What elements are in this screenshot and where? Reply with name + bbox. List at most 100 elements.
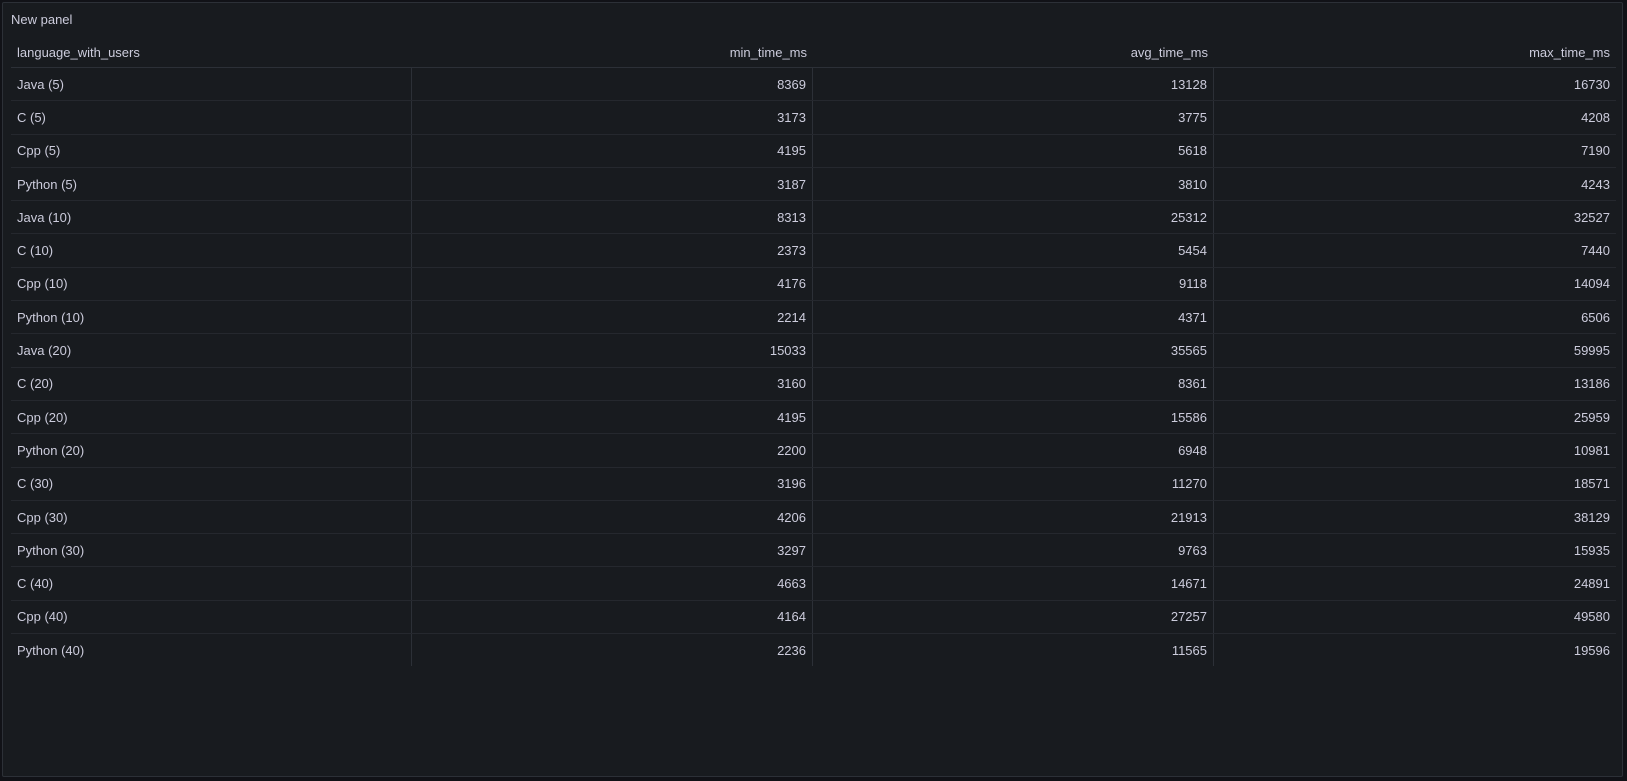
column-header-min-time-ms[interactable]: min_time_ms [412,37,813,67]
avg-time-cell: 25312 [813,201,1214,234]
max-time-cell: 25959 [1573,409,1610,425]
language-cell: Python (5) [11,167,412,201]
language-cell: C (5) [11,101,412,134]
table-row: C (5) 3173 3775 4208 [11,101,1616,135]
language-cell: Java (10) [11,201,412,234]
table-body: Java (5) 8369 13128 16730 C (5) 3173 3775 4208 C… [11,68,1616,667]
max-time-cell: 10981 [1573,442,1610,458]
max-time-cell: 19596 [1573,642,1610,658]
table-row: Cpp (40) 4164 27257 49580 [11,600,1616,635]
min-time-cell: 15033 [412,334,813,367]
avg-time-cell: 6948 [813,434,1214,467]
avg-time-cell: 4371 [813,301,1214,334]
table-row: Cpp (20) 4195 15586 25959 [11,400,1616,435]
max-time-cell: 4208 [1581,109,1610,125]
max-time-cell: 7440 [1581,243,1610,259]
panel-header[interactable]: New panel [3,3,1622,35]
table-row: C (30) 3196 11270 18571 [11,467,1616,501]
column-header-max-time-ms[interactable]: max_time_ms [1214,37,1616,67]
language-cell: Python (30) [11,534,412,567]
language-cell: Java (5) [11,68,412,101]
avg-time-cell: 3775 [813,101,1214,134]
table-row: Python (10) 2214 4371 6506 [11,301,1616,335]
language-cell: Python (10) [11,301,412,334]
min-time-cell: 2373 [412,234,813,267]
table-row: Python (30) 3297 9763 15935 [11,534,1616,568]
language-cell: Python (40) [11,634,412,667]
language-cell: Java (20) [11,334,412,367]
avg-time-cell: 13128 [813,68,1214,101]
min-time-cell: 4206 [412,500,813,534]
min-time-cell: 4176 [412,267,813,301]
min-time-cell: 8313 [412,201,813,234]
table-row: Java (20) 15033 35565 59995 [11,334,1616,368]
avg-time-cell: 9118 [813,267,1214,301]
min-time-cell: 4663 [412,567,813,600]
table-row: Python (40) 2236 11565 19596 [11,634,1616,667]
max-time-cell: 32527 [1573,209,1610,225]
table-row: Cpp (10) 4176 9118 14094 [11,267,1616,302]
avg-time-cell: 35565 [813,334,1214,367]
table-row: Cpp (5) 4195 5618 7190 [11,134,1616,168]
table-row: C (20) 3160 8361 13186 [11,367,1616,401]
language-cell: Cpp (10) [11,267,412,301]
language-cell: Cpp (40) [11,600,412,634]
table-header: language_with_users min_time_ms avg_time… [11,37,1616,68]
language-cell: Python (20) [11,434,412,467]
max-time-cell: 15935 [1573,542,1610,558]
min-time-cell: 4195 [412,134,813,167]
table-panel: New panel language_with_users min_time_m… [2,2,1623,777]
column-header-avg-time-ms[interactable]: avg_time_ms [813,37,1214,67]
avg-time-cell: 11270 [813,467,1214,500]
table-row: C (10) 2373 5454 7440 [11,234,1616,268]
table-row: Python (20) 2200 6948 10981 [11,434,1616,468]
language-cell: C (10) [11,234,412,267]
table-row: Java (5) 8369 13128 16730 [11,68,1616,102]
max-time-cell: 16730 [1573,76,1610,92]
avg-time-cell: 5454 [813,234,1214,267]
min-time-cell: 3160 [412,367,813,400]
avg-time-cell: 9763 [813,534,1214,567]
data-table: language_with_users min_time_ms avg_time… [11,37,1616,737]
avg-time-cell: 21913 [813,500,1214,534]
table-row: Cpp (30) 4206 21913 38129 [11,500,1616,535]
language-cell: C (40) [11,567,412,600]
avg-time-cell: 15586 [813,400,1214,434]
language-cell: Cpp (20) [11,400,412,434]
max-time-cell: 14094 [1573,276,1610,292]
min-time-cell: 2214 [412,301,813,334]
table-row: C (40) 4663 14671 24891 [11,567,1616,601]
avg-time-cell: 27257 [813,600,1214,634]
max-time-cell: 13186 [1573,376,1610,392]
avg-time-cell: 3810 [813,167,1214,201]
language-cell: Cpp (30) [11,500,412,534]
min-time-cell: 4164 [412,600,813,634]
panel-title: New panel [11,11,73,27]
min-time-cell: 3173 [412,101,813,134]
min-time-cell: 3196 [412,467,813,500]
avg-time-cell: 14671 [813,567,1214,600]
max-time-cell: 49580 [1573,609,1610,625]
min-time-cell: 8369 [412,68,813,101]
min-time-cell: 2200 [412,434,813,467]
max-time-cell: 59995 [1573,343,1610,359]
max-time-cell: 38129 [1573,509,1610,525]
table-row: Java (10) 8313 25312 32527 [11,201,1616,235]
max-time-cell: 4243 [1581,176,1610,192]
language-cell: Cpp (5) [11,134,412,167]
table-row: Python (5) 3187 3810 4243 [11,167,1616,202]
max-time-cell: 7190 [1581,143,1610,159]
avg-time-cell: 11565 [813,634,1214,667]
min-time-cell: 4195 [412,400,813,434]
avg-time-cell: 5618 [813,134,1214,167]
avg-time-cell: 8361 [813,367,1214,400]
max-time-cell: 18571 [1573,476,1610,492]
column-header-language-with-users[interactable]: language_with_users [11,37,412,67]
min-time-cell: 3187 [412,167,813,201]
min-time-cell: 2236 [412,634,813,667]
language-cell: C (20) [11,367,412,400]
max-time-cell: 6506 [1581,309,1610,325]
max-time-cell: 24891 [1573,576,1610,592]
min-time-cell: 3297 [412,534,813,567]
language-cell: C (30) [11,467,412,500]
